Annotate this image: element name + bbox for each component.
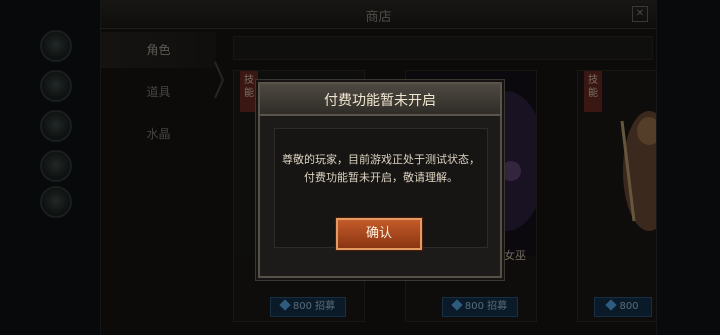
- notice-dialog: 付费功能暂未开启 尊敬的玩家，目前游戏正处于测试状态，付费功能暂未开启，敬请理解…: [258, 82, 502, 278]
- confirm-button[interactable]: 确认: [336, 218, 422, 250]
- dialog-message: 尊敬的玩家，目前游戏正处于测试状态，付费功能暂未开启，敬请理解。: [282, 153, 480, 184]
- dialog-title: 付费功能暂未开启: [324, 93, 436, 109]
- dialog-title-bar: 付费功能暂未开启: [258, 82, 502, 116]
